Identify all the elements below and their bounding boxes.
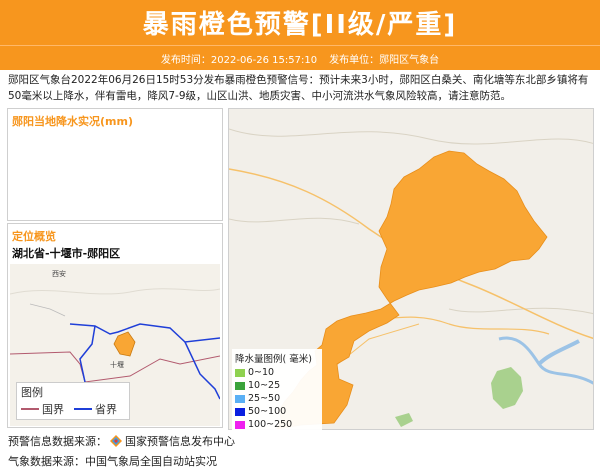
precipitation-swatch xyxy=(235,368,245,377)
provincial-border-swatch xyxy=(74,408,92,410)
location-path: 湖北省-十堰市-郧阳区 xyxy=(12,247,121,260)
provincial-border-label: 省界 xyxy=(95,403,117,416)
precipitation-legend-item: 10~25 xyxy=(235,379,319,392)
publish-unit: 发布单位：郧阳区气象台 xyxy=(329,54,440,66)
precipitation-legend-item: 50~100 xyxy=(235,405,319,418)
weather-source-line: 气象数据来源：中国气象局全国自动站实况 xyxy=(8,453,217,469)
precipitation-legend-item: 100~250 xyxy=(235,418,319,431)
precipitation-swatch xyxy=(235,407,245,416)
rainfall-panel: 郧阳当地降水实况(mm) xyxy=(7,108,223,221)
precipitation-label: 10~25 xyxy=(248,380,281,391)
precipitation-legend-item: 0~10 xyxy=(235,366,319,379)
national-border-swatch xyxy=(21,408,39,410)
national-border-label: 国界 xyxy=(42,403,64,416)
precipitation-swatch xyxy=(235,394,245,403)
precipitation-legend-item: 25~50 xyxy=(235,392,319,405)
warning-meta-bar: 发布时间：2022-06-26 15:57:10 发布单位：郧阳区气象台 xyxy=(0,45,600,70)
map-legend: 图例 国界 省界 xyxy=(16,382,130,420)
rainfall-panel-title: 郧阳当地降水实况(mm) xyxy=(12,115,133,128)
precipitation-swatch xyxy=(235,420,245,429)
warning-description: 郧阳区气象台2022年06月26日15时53分发布暴雨橙色预警信号：预计未来3小… xyxy=(8,74,589,102)
warning-source: 国家预警信息发布中心 xyxy=(125,435,235,448)
precipitation-legend-title: 降水量图例( 毫米) xyxy=(235,354,312,365)
precipitation-label: 25~50 xyxy=(248,393,281,404)
precipitation-swatch xyxy=(235,381,245,390)
warning-source-line: 预警信息数据来源： 国家预警信息发布中心 xyxy=(8,433,235,449)
map-label-shiyan: 十堰 xyxy=(110,360,124,369)
precipitation-label: 50~100 xyxy=(248,406,287,417)
warning-source-label: 预警信息数据来源： xyxy=(8,435,107,448)
warning-title: 暴雨橙色预警[II级/严重] xyxy=(142,10,458,40)
warning-center-logo-icon xyxy=(110,435,122,447)
precipitation-label: 100~250 xyxy=(248,419,293,430)
overview-map[interactable]: 西安 十堰 图例 国界 省界 xyxy=(9,264,221,426)
map-label-xian: 西安 xyxy=(52,269,66,278)
location-overview-panel: 定位概览 湖北省-十堰市-郧阳区 西安 十堰 图例 国界 省界 xyxy=(7,223,223,428)
precipitation-label: 0~10 xyxy=(248,367,275,378)
weather-source: 气象数据来源：中国气象局全国自动站实况 xyxy=(8,455,217,468)
publish-time: 发布时间：2022-06-26 15:57:10 xyxy=(160,54,318,66)
precipitation-legend: 降水量图例( 毫米) 0~10 10~25 25~50 50~100 100~250 xyxy=(232,349,322,433)
legend-national-border: 国界 省界 xyxy=(17,401,129,417)
warning-header: 暴雨橙色预警[II级/严重] xyxy=(0,0,600,45)
map-legend-title: 图例 xyxy=(21,386,43,399)
